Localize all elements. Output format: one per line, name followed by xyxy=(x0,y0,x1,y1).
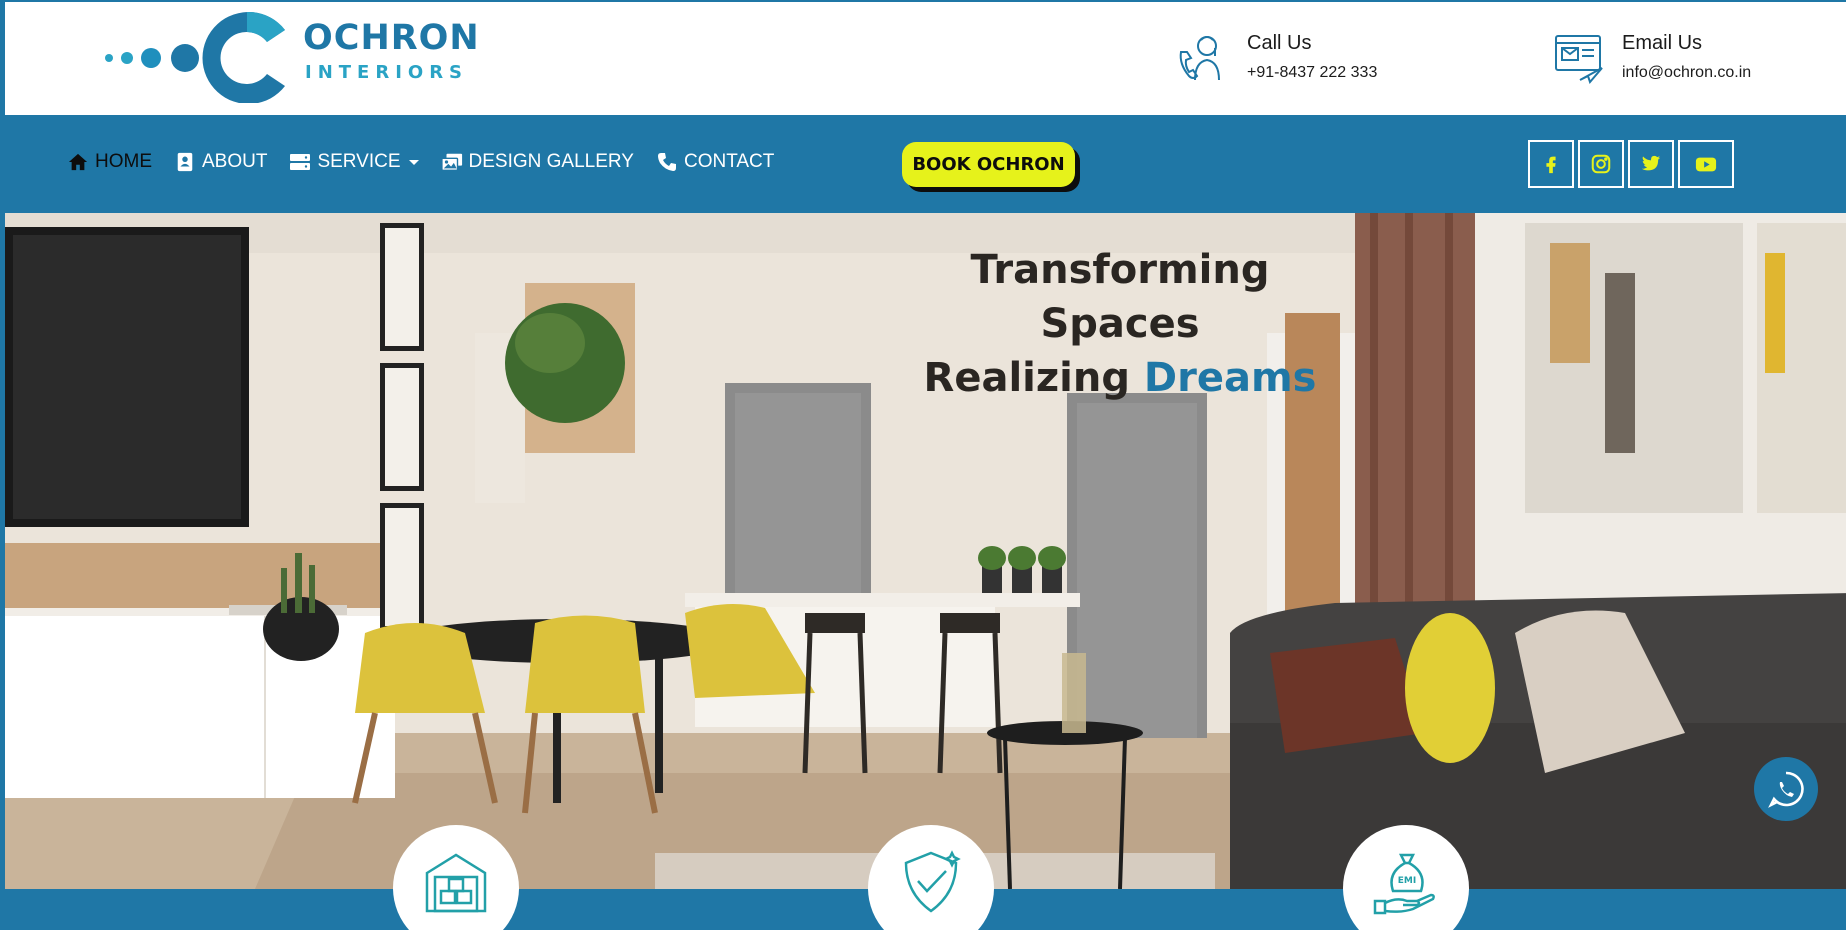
call-us-title: Call Us xyxy=(1247,32,1312,54)
nav-item-home[interactable]: HOME xyxy=(67,151,152,173)
youtube-icon xyxy=(1695,157,1717,172)
hero-headline: Transforming Spaces Realizing Dreams xyxy=(885,243,1355,405)
emi-icon: EMI xyxy=(1373,853,1435,915)
facebook-link[interactable] xyxy=(1528,140,1574,188)
email-us-block[interactable]: Email Us info@ochron.co.in xyxy=(1550,30,1790,90)
chevron-down-icon xyxy=(408,159,419,165)
logo-tagline: INTERIORS xyxy=(305,62,469,83)
instagram-link[interactable] xyxy=(1578,140,1624,188)
email-icon xyxy=(1555,35,1603,84)
instagram-icon xyxy=(1591,154,1611,174)
top-header: OCHRON INTERIORS Call Us +91-8437 222 33… xyxy=(5,2,1846,115)
email-us-title: Email Us xyxy=(1622,32,1703,54)
hero-headline-part: Realizing xyxy=(923,355,1144,401)
nav-item-about-label: ABOUT xyxy=(202,151,268,172)
server-icon xyxy=(290,154,311,170)
book-ochron-button[interactable]: BOOK OCHRON xyxy=(902,142,1075,187)
twitter-icon xyxy=(1641,155,1661,171)
verified-shield-icon xyxy=(904,850,961,913)
nav-item-home-label: HOME xyxy=(95,151,152,172)
page: OCHRON INTERIORS Call Us +91-8437 222 33… xyxy=(0,0,1846,930)
social-links xyxy=(1528,140,1734,188)
email-address[interactable]: info@ochron.co.in xyxy=(1622,64,1751,82)
whatsapp-button[interactable] xyxy=(1754,757,1818,821)
nav-item-service-label: SERVICE xyxy=(317,151,401,172)
logo-mark-icon xyxy=(105,11,285,103)
hero-headline-line-2: Realizing Dreams xyxy=(885,351,1355,405)
nav-item-contact-label: CONTACT xyxy=(683,151,775,172)
contact-card-icon xyxy=(177,152,193,172)
facebook-icon xyxy=(1546,156,1556,174)
call-us-block[interactable]: Call Us +91-8437 222 333 xyxy=(1175,30,1415,90)
brand-logo[interactable]: OCHRON INTERIORS xyxy=(97,8,479,103)
phone-number[interactable]: +91-8437 222 333 xyxy=(1247,64,1377,82)
svg-text:EMI: EMI xyxy=(1398,876,1416,886)
phone-support-icon xyxy=(1179,36,1220,81)
nav-item-design-gallery-label: DESIGN GALLERY xyxy=(468,151,634,172)
phone-icon xyxy=(657,153,676,171)
warehouse-icon xyxy=(425,853,487,913)
hero-headline-line-1: Transforming Spaces xyxy=(970,247,1270,347)
nav-item-about[interactable]: ABOUT xyxy=(174,151,267,173)
logo-name: OCHRON xyxy=(303,18,480,58)
nav-item-contact[interactable]: CONTACT xyxy=(656,151,774,173)
nav-menu: HOME ABOUT SERVICE DESIGN GALLERY CONTAC… xyxy=(67,151,774,173)
youtube-link[interactable] xyxy=(1678,140,1734,188)
nav-item-design-gallery[interactable]: DESIGN GALLERY xyxy=(440,151,634,173)
hero-headline-accent: Dreams xyxy=(1143,355,1317,401)
main-navbar: HOME ABOUT SERVICE DESIGN GALLERY CONTAC… xyxy=(5,115,1846,213)
home-icon xyxy=(68,153,88,171)
gallery-icon xyxy=(440,153,462,171)
twitter-link[interactable] xyxy=(1628,140,1674,188)
nav-item-service[interactable]: SERVICE xyxy=(289,151,419,173)
whatsapp-icon xyxy=(1768,771,1804,808)
hero-banner: Transforming Spaces Realizing Dreams xyxy=(5,213,1846,889)
